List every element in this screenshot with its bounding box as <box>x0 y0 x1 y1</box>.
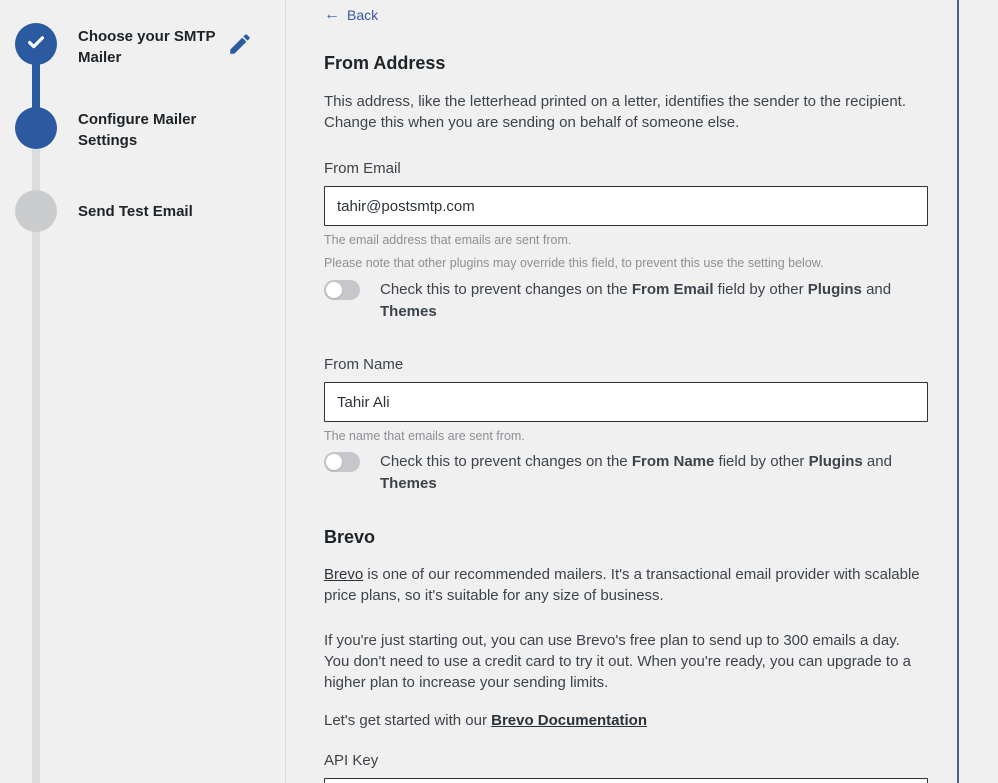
toggle-text-themes: Themes <box>380 303 437 320</box>
api-key-input[interactable]: xkey 5b0088a34f7be-x <box>324 778 928 783</box>
brevo-documentation-link[interactable]: Brevo Documentation <box>491 712 647 729</box>
toggle-text: and <box>862 281 891 298</box>
toggle-text-field: From Email <box>632 281 714 298</box>
smtp-setup-wizard: Choose your SMTP Mailer Configure Mailer… <box>0 0 998 783</box>
toggle-text-plugins: Plugins <box>809 453 863 470</box>
toggle-text: Check this to prevent changes on the <box>380 281 632 298</box>
brevo-paragraph-1-text: is one of our recommended mailers. It's … <box>324 566 920 604</box>
stepper-sidebar: Choose your SMTP Mailer Configure Mailer… <box>0 0 286 783</box>
toggle-text: and <box>863 453 892 470</box>
from-name-force-row: Check this to prevent changes on the Fro… <box>324 451 928 495</box>
from-address-description: This address, like the letterhead printe… <box>324 91 928 133</box>
back-label: Back <box>347 7 378 23</box>
from-email-force-row: Check this to prevent changes on the Fro… <box>324 279 928 323</box>
step-2-circle <box>15 107 57 149</box>
from-email-help: The email address that emails are sent f… <box>324 233 928 247</box>
step-2-label: Configure Mailer Settings <box>78 109 223 151</box>
from-name-input[interactable] <box>324 382 928 422</box>
from-email-label: From Email <box>324 160 928 177</box>
edit-pencil-icon[interactable] <box>227 31 253 57</box>
from-email-force-label: Check this to prevent changes on the Fro… <box>380 279 928 323</box>
toggle-text-themes: Themes <box>380 475 437 492</box>
toggle-text: field by other <box>714 281 808 298</box>
from-name-force-toggle[interactable] <box>324 452 360 472</box>
from-name-help: The name that emails are sent from. <box>324 429 928 443</box>
step-1-circle <box>15 23 57 65</box>
from-name-force-label: Check this to prevent changes on the Fro… <box>380 451 928 495</box>
brevo-paragraph-3-text: Let's get started with our <box>324 712 491 729</box>
brevo-paragraph-2: If you're just starting out, you can use… <box>324 630 928 693</box>
right-edge-divider <box>957 0 959 783</box>
toggle-text-field: From Name <box>632 453 715 470</box>
step-3-circle <box>15 190 57 232</box>
toggle-text: field by other <box>714 453 808 470</box>
from-address-title: From Address <box>324 53 928 74</box>
main-content: ← Back From Address This address, like t… <box>287 0 957 783</box>
check-icon <box>25 31 47 58</box>
step-1-label: Choose your SMTP Mailer <box>78 26 223 68</box>
back-button[interactable]: ← Back <box>324 7 378 23</box>
api-key-label: API Key <box>324 752 928 769</box>
toggle-text: Check this to prevent changes on the <box>380 453 632 470</box>
step-3-label: Send Test Email <box>78 201 223 222</box>
brevo-title: Brevo <box>324 527 928 548</box>
from-email-input[interactable] <box>324 186 928 226</box>
brevo-paragraph-3: Let's get started with our Brevo Documen… <box>324 710 928 731</box>
from-email-note: Please note that other plugins may overr… <box>324 256 928 270</box>
toggle-knob <box>326 282 342 298</box>
from-name-label: From Name <box>324 356 928 373</box>
brevo-link[interactable]: Brevo <box>324 566 363 583</box>
from-email-force-toggle[interactable] <box>324 280 360 300</box>
back-arrow-icon: ← <box>324 8 340 22</box>
brevo-paragraph-1: Brevo is one of our recommended mailers.… <box>324 564 928 606</box>
toggle-text-plugins: Plugins <box>808 281 862 298</box>
toggle-knob <box>326 454 342 470</box>
